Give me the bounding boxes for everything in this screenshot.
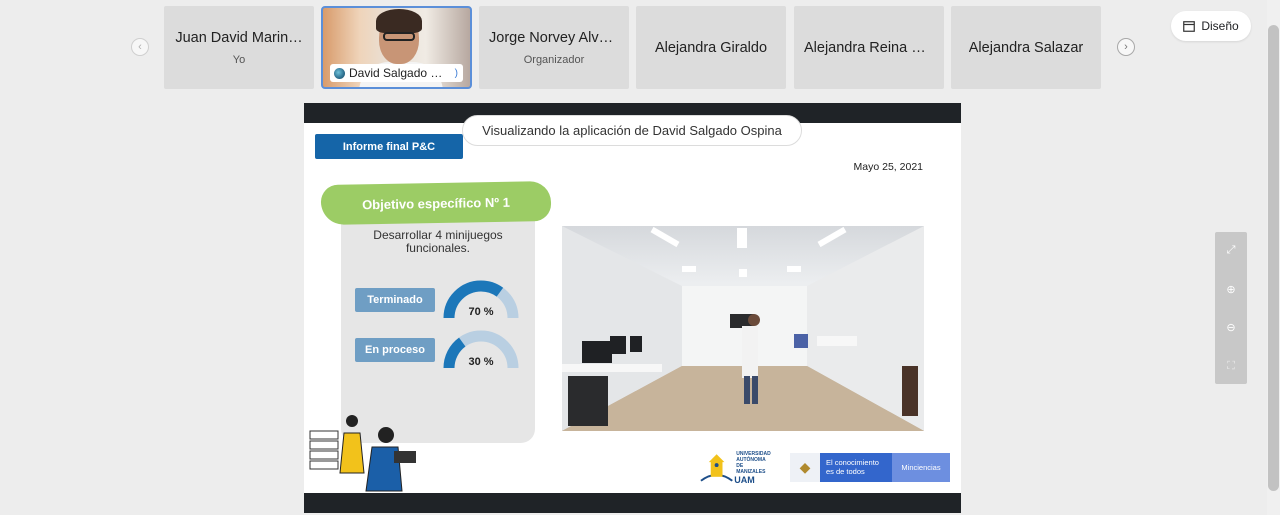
audio-indicator-icon: ) — [454, 67, 458, 79]
gauge-value-in-progress: 30 % — [468, 356, 494, 368]
video-name-label: David Salgado … ) — [330, 64, 463, 82]
view-controls: ⤢ ⊕ ⊖ ⛶ — [1215, 232, 1247, 384]
gov-slogan-line: es de todos — [826, 467, 865, 476]
participant-tile[interactable]: Alejandra Giraldo — [636, 6, 786, 89]
next-participants-button[interactable]: › — [1117, 38, 1135, 56]
fullscreen-icon: ⤢ — [1226, 243, 1236, 256]
presentation-slide: Informe final P&C Mayo 25, 2021 Objetivo… — [304, 123, 961, 493]
video-person-glasses — [383, 32, 415, 41]
status-label-done: Terminado — [355, 288, 435, 312]
participant-tile[interactable]: Alejandra Reina H… — [794, 6, 944, 89]
people-illustration — [309, 415, 416, 492]
layout-button-label: Diseño — [1201, 19, 1239, 33]
layout-button[interactable]: Diseño — [1171, 11, 1251, 41]
participant-tile[interactable]: Juan David Marin… Yo — [164, 6, 314, 89]
zoom-out-button[interactable]: ⊖ — [1215, 317, 1247, 337]
participant-role: Yo — [232, 53, 246, 66]
minciencias-logo: ◆ El conocimiento es de todos Minciencia… — [790, 453, 950, 482]
scrollbar-thumb[interactable] — [1268, 25, 1279, 491]
uam-logo-line: AUTÓNOMA DE — [736, 457, 766, 469]
lab-photo — [562, 226, 924, 431]
fit-icon: ⛶ — [1227, 359, 1235, 372]
participant-name: Alejandra Salazar — [968, 39, 1084, 56]
slide-date: Mayo 25, 2021 — [853, 161, 923, 173]
gov-slogan-line: El conocimiento — [826, 458, 879, 467]
shared-screen: Informe final P&C Mayo 25, 2021 Objetivo… — [304, 103, 961, 513]
viewing-app-banner: Visualizando la aplicación de David Salg… — [462, 115, 802, 146]
fit-button[interactable]: ⛶ — [1215, 356, 1247, 376]
fullscreen-button[interactable]: ⤢ — [1215, 240, 1247, 260]
gauge-value-done: 70 % — [468, 306, 494, 318]
objective-description: Desarrollar 4 minijuegos funcionales. — [341, 229, 535, 255]
objective-description-line: funcionales. — [405, 241, 471, 255]
zoom-out-icon: ⊖ — [1226, 321, 1236, 334]
video-person-hair — [376, 9, 422, 33]
slide-title: Informe final P&C — [315, 134, 463, 159]
chevron-right-icon: › — [1124, 40, 1128, 53]
zoom-in-button[interactable]: ⊕ — [1215, 279, 1247, 299]
avatar — [334, 67, 345, 79]
lab-photo-illustration — [562, 226, 924, 431]
chevron-left-icon: ‹ — [138, 40, 142, 53]
participant-role: Organizador — [523, 53, 585, 66]
status-label-in-progress: En proceso — [355, 338, 435, 362]
prev-participants-button[interactable]: ‹ — [131, 38, 149, 56]
gov-slogan: El conocimiento es de todos — [820, 453, 892, 482]
uam-logo-acronym: UAM — [734, 475, 755, 485]
participant-tile[interactable]: Jorge Norvey Alva… Organizador — [479, 6, 629, 89]
participant-name: David Salgado … — [349, 66, 443, 80]
objective-banner: Objetivo específico Nº 1 — [320, 180, 552, 226]
participant-name: Juan David Marin… — [175, 29, 303, 46]
participant-name: Alejandra Giraldo — [654, 39, 768, 56]
zoom-in-icon: ⊕ — [1226, 283, 1236, 296]
participant-name: Alejandra Reina H… — [804, 39, 934, 56]
layout-icon — [1183, 20, 1196, 32]
participant-tile[interactable]: Alejandra Salazar — [951, 6, 1101, 89]
coat-of-arms-icon: ◆ — [790, 453, 820, 482]
participant-video-tile[interactable]: David Salgado … ) — [321, 6, 472, 89]
participant-name: Jorge Norvey Alva… — [489, 29, 619, 46]
gov-brand: Minciencias — [892, 453, 950, 482]
uam-logo-icon — [700, 454, 733, 482]
uam-logo: UNIVERSIDAD AUTÓNOMA DE MANIZALES UAM — [699, 448, 773, 488]
